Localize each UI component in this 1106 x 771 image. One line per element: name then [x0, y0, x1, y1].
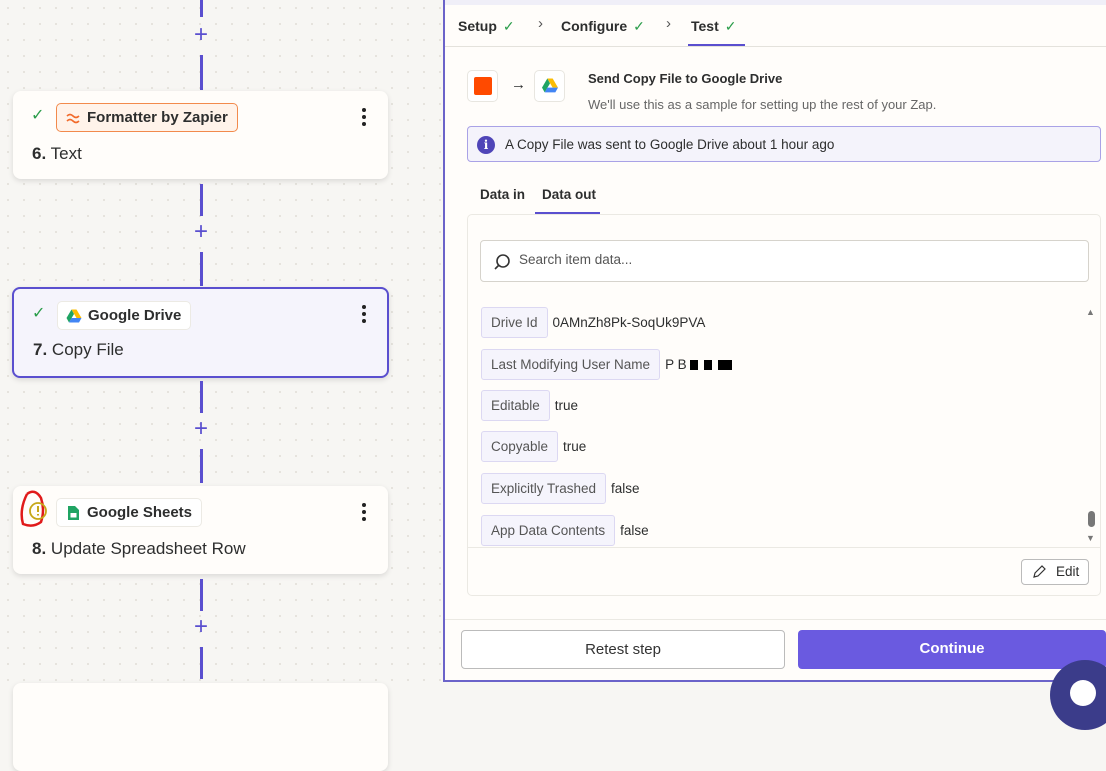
search-input[interactable]: [519, 252, 1059, 267]
google-sheets-icon: [68, 506, 79, 520]
step-card-6[interactable]: ✓ Formatter by Zapier 6. Text: [13, 91, 388, 179]
more-options-icon[interactable]: [362, 108, 366, 129]
data-row[interactable]: Drive Id 0AMnZh8Pk-SoqUk9PVA: [481, 307, 705, 338]
step-card-8[interactable]: Google Sheets 8. Update Spreadsheet Row: [13, 486, 388, 574]
app-name: Formatter by Zapier: [87, 109, 228, 126]
app-name: Google Drive: [88, 307, 182, 324]
add-step-button[interactable]: +: [191, 615, 211, 639]
data-out-panel: Drive Id 0AMnZh8Pk-SoqUk9PVA Last Modifyi…: [467, 214, 1101, 596]
connector-line: [200, 0, 203, 17]
add-step-button[interactable]: +: [191, 220, 211, 244]
connector-line: [200, 381, 203, 413]
search-icon: [494, 254, 510, 270]
data-row[interactable]: Editable true: [481, 390, 578, 421]
edit-button[interactable]: Edit: [1021, 559, 1089, 585]
trigger-app-icon: [467, 70, 498, 102]
add-step-button[interactable]: +: [191, 23, 211, 47]
field-value: false: [620, 523, 649, 538]
field-value: true: [563, 439, 587, 454]
field-key: Drive Id: [481, 307, 548, 338]
search-field[interactable]: [480, 240, 1089, 282]
info-banner: i A Copy File was sent to Google Drive a…: [467, 126, 1101, 162]
connector-line: [200, 184, 203, 216]
redaction: [703, 359, 712, 370]
retest-step-button[interactable]: Retest step: [461, 630, 785, 669]
connector-line: [200, 252, 203, 286]
data-row[interactable]: Last Modifying User Name P B: [481, 349, 735, 380]
data-row[interactable]: Explicitly Trashed false: [481, 473, 640, 504]
add-step-button[interactable]: +: [191, 417, 211, 441]
info-icon: i: [477, 136, 495, 154]
step-card-9[interactable]: [13, 683, 388, 771]
tab-data-in[interactable]: Data in: [480, 187, 525, 202]
step-title: 7. Copy File: [33, 340, 124, 359]
connector-line: [200, 449, 203, 483]
connector-line: [200, 55, 203, 90]
redaction: [689, 359, 698, 370]
app-badge: Google Drive: [57, 301, 192, 330]
app-badge: Formatter by Zapier: [56, 103, 238, 132]
tab-configure[interactable]: Configure ✓: [561, 18, 645, 35]
field-key: Last Modifying User Name: [481, 349, 661, 380]
test-title: Send Copy File to Google Drive: [588, 71, 783, 86]
test-subtitle: We'll use this as a sample for setting u…: [588, 97, 937, 112]
arrow-right-icon: →: [511, 76, 526, 93]
check-icon: ✓: [31, 107, 45, 124]
check-icon: ✓: [633, 18, 645, 34]
formatter-icon: [66, 113, 80, 124]
field-key: Copyable: [481, 431, 559, 462]
google-drive-icon: [534, 70, 565, 102]
field-key: App Data Contents: [481, 515, 616, 546]
connector-line: [200, 579, 203, 611]
connector-line: [200, 647, 203, 679]
google-drive-icon: [66, 309, 82, 323]
step-card-7[interactable]: ✓ Google Drive 7. Copy File: [12, 287, 389, 378]
scrollbar[interactable]: ▲ ▼: [1086, 307, 1096, 547]
tab-setup[interactable]: Setup ✓: [458, 18, 515, 35]
data-row[interactable]: App Data Contents false: [481, 515, 649, 546]
field-value: P B: [665, 357, 687, 372]
data-row[interactable]: Copyable true: [481, 431, 586, 462]
chevron-right-icon: ›: [666, 15, 671, 32]
continue-button[interactable]: Continue: [798, 630, 1106, 669]
check-icon: ✓: [724, 18, 737, 34]
app-badge: Google Sheets: [56, 498, 203, 527]
more-options-icon[interactable]: [362, 503, 366, 524]
step-title: 6. Text: [32, 144, 82, 163]
field-key: Explicitly Trashed: [481, 473, 607, 504]
info-text: A Copy File was sent to Google Drive abo…: [505, 137, 835, 152]
field-value: true: [554, 398, 579, 413]
zap-canvas: + ✓ Formatter by Zapier 6. Text + ✓ Goog…: [0, 0, 443, 771]
pencil-icon: [1033, 565, 1046, 578]
field-key: Editable: [481, 390, 550, 421]
step-tabs: Setup ✓ › Configure ✓ › Test ✓: [445, 0, 1106, 47]
chat-help-button[interactable]: [1050, 660, 1106, 730]
check-icon: ✓: [502, 18, 515, 34]
field-value: false: [611, 481, 640, 496]
check-icon: ✓: [32, 305, 46, 322]
tab-data-out[interactable]: Data out: [542, 187, 596, 202]
chevron-right-icon: ›: [538, 15, 543, 32]
tab-test[interactable]: Test ✓: [691, 18, 736, 35]
field-value: 0AMnZh8Pk-SoqUk9PVA: [552, 315, 706, 330]
redaction: [717, 359, 732, 370]
step-panel: Setup ✓ › Configure ✓ › Test ✓ → Send Copy …: [443, 0, 1106, 682]
app-name: Google Sheets: [87, 504, 193, 521]
warning-icon: [20, 490, 47, 527]
more-options-icon[interactable]: [362, 305, 366, 326]
step-title: 8. Update Spreadsheet Row: [32, 539, 246, 558]
